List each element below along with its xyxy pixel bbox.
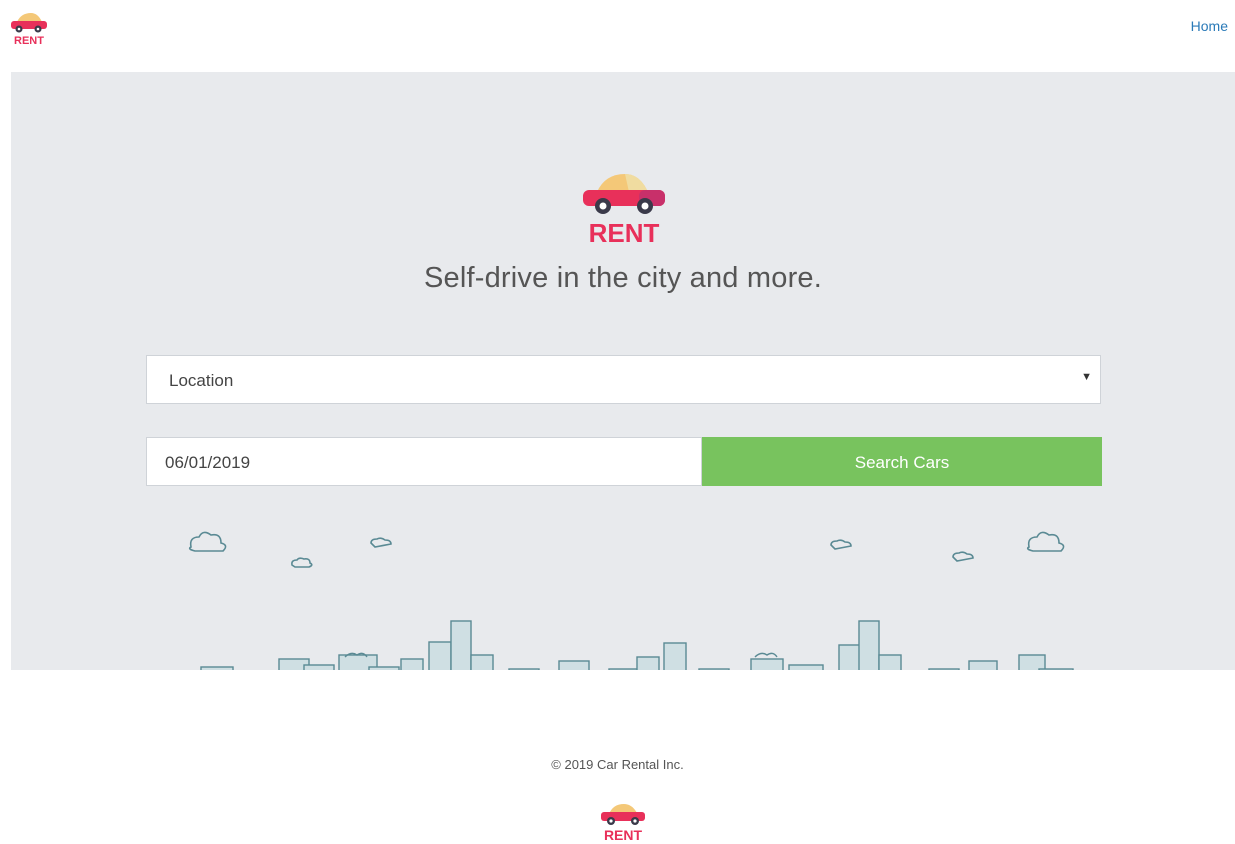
footer-rent-logo-icon: RENT	[601, 804, 645, 843]
svg-text:RENT: RENT	[14, 35, 44, 46]
hero-rent-logo-icon: RENT	[583, 174, 665, 246]
city-illustration	[188, 531, 1074, 670]
date-input-value: 06/01/2019	[165, 453, 251, 472]
location-select-value: Location	[169, 371, 234, 390]
hero-section: RENT Self-drive in the city and more. Lo…	[11, 72, 1235, 670]
chevron-down-icon: ▼	[1081, 371, 1092, 383]
hero-tagline: Self-drive in the city and more.	[423, 262, 823, 294]
svg-text:RENT: RENT	[589, 218, 660, 246]
top-navbar: RENT Home	[0, 0, 1235, 72]
search-cars-button[interactable]: Search Cars	[702, 437, 1102, 486]
date-input[interactable]: 06/01/2019	[146, 437, 702, 486]
rent-logo-icon[interactable]: RENT	[9, 10, 49, 46]
cloud-icon	[188, 531, 1065, 568]
footer-copyright: © 2019 Car Rental Inc.	[551, 757, 684, 772]
nav-home-link[interactable]: Home	[1191, 18, 1228, 34]
location-select[interactable]: Location ▼	[146, 355, 1101, 404]
svg-text:RENT: RENT	[604, 827, 643, 843]
